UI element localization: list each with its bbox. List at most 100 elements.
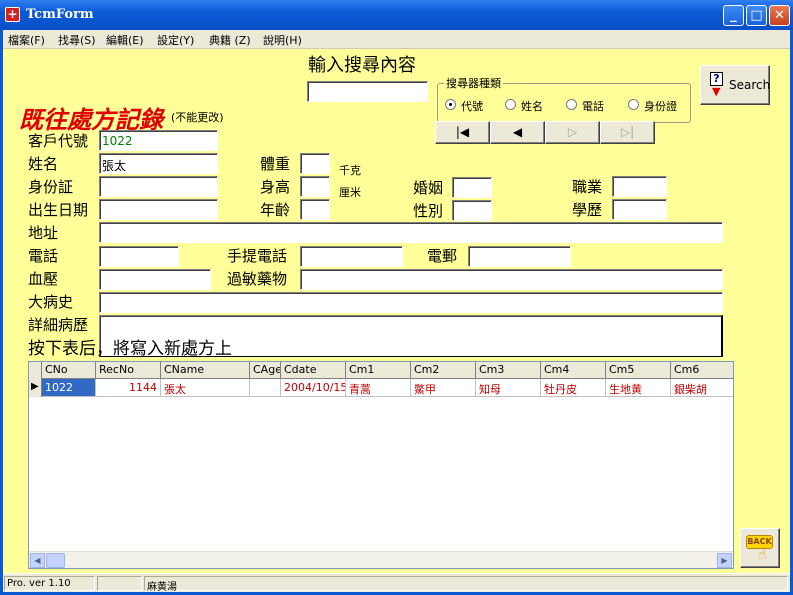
prescription-table[interactable]: CNo RecNo CName CAge Cdate Cm1 Cm2 Cm3 C… xyxy=(28,361,734,569)
table-cell[interactable]: 牡丹皮 xyxy=(541,379,606,397)
column-header[interactable]: Cdate xyxy=(281,362,346,379)
status-formula: 麻黄湯 xyxy=(144,576,788,593)
mobile-label: 手提電話 xyxy=(227,247,288,265)
detailed-history-label: 詳細病歷 xyxy=(28,316,89,334)
customer-code-label: 客戶代號 xyxy=(28,132,89,150)
back-button[interactable]: BACK ☝ xyxy=(740,528,780,568)
last-record-icon: ▷| xyxy=(620,125,635,139)
radio-name[interactable] xyxy=(505,99,516,110)
column-header[interactable]: Cm6 xyxy=(671,362,733,379)
search-button[interactable]: ? ▼ Search xyxy=(700,65,770,105)
email-label: 電郵 xyxy=(427,247,458,265)
first-record-button[interactable]: |◀ xyxy=(435,121,490,144)
birth-date-field[interactable] xyxy=(99,199,218,220)
menu-file[interactable]: 檔案(F) xyxy=(8,32,45,48)
previous-record-button[interactable]: ◀ xyxy=(490,121,545,144)
id-card-label: 身份証 xyxy=(28,178,74,196)
horizontal-scrollbar[interactable]: ◀ ▶ xyxy=(29,551,733,568)
phone-field[interactable] xyxy=(99,246,179,267)
current-row-icon: ▶ xyxy=(31,381,39,392)
table-cell[interactable]: 張太 xyxy=(161,379,250,397)
customer-code-field[interactable]: 1022 xyxy=(99,130,218,151)
table-cell[interactable] xyxy=(250,379,281,397)
blood-pressure-field[interactable] xyxy=(99,269,211,290)
weight-unit: 千克 xyxy=(339,164,361,177)
first-record-icon: |◀ xyxy=(455,125,470,139)
education-field[interactable] xyxy=(612,199,667,220)
table-cell[interactable]: 銀柴胡 xyxy=(671,379,733,397)
height-label: 身高 xyxy=(260,178,291,196)
column-header[interactable]: RecNo xyxy=(96,362,161,379)
email-field[interactable] xyxy=(468,246,571,267)
last-record-button[interactable]: ▷| xyxy=(600,121,655,144)
cross-icon[interactable]: + xyxy=(5,7,20,22)
status-version: Pro. ver 1.10 xyxy=(4,576,95,591)
table-cell[interactable]: 生地黄 xyxy=(606,379,671,397)
hand-cursor-icon: ☝ xyxy=(758,547,767,563)
id-card-field[interactable] xyxy=(99,176,218,197)
age-label: 年齡 xyxy=(260,201,291,219)
header-corner xyxy=(29,362,42,379)
address-field[interactable] xyxy=(99,222,723,243)
column-header[interactable]: CNo xyxy=(42,362,96,379)
marriage-field[interactable] xyxy=(452,177,492,198)
mobile-field[interactable] xyxy=(300,246,403,267)
column-header[interactable]: Cm1 xyxy=(346,362,411,379)
column-header[interactable]: CAge xyxy=(250,362,281,379)
search-input[interactable] xyxy=(307,81,428,102)
name-field[interactable]: 張太 xyxy=(99,153,218,174)
table-cell[interactable]: 知母 xyxy=(476,379,541,397)
table-cell[interactable]: 1022 xyxy=(42,379,96,397)
scroll-right-button[interactable]: ▶ xyxy=(717,553,732,568)
column-header[interactable]: Cm2 xyxy=(411,362,476,379)
minimize-icon: _ xyxy=(730,8,737,23)
arrow-down-icon: ▼ xyxy=(712,85,721,98)
close-icon: ✕ xyxy=(774,8,785,23)
table-cell[interactable]: 2004/10/15 xyxy=(281,379,346,397)
table-cell[interactable]: 青蒿 xyxy=(346,379,411,397)
column-header[interactable]: Cm4 xyxy=(541,362,606,379)
page-title-note: (不能更改) xyxy=(171,111,224,124)
title-bar[interactable]: + TcmForm _ □ ✕ xyxy=(0,0,793,30)
radio-code[interactable] xyxy=(445,99,456,110)
scroll-thumb[interactable] xyxy=(46,553,65,568)
sex-label: 性別 xyxy=(413,202,444,220)
window-title: TcmForm xyxy=(26,7,94,22)
column-header[interactable]: CName xyxy=(161,362,250,379)
application-window: + TcmForm _ □ ✕ 檔案(F) 找尋(S) 編輯(E) 設定(Y) … xyxy=(0,0,793,595)
table-cell[interactable]: 鱉甲 xyxy=(411,379,476,397)
status-panel xyxy=(97,576,142,591)
close-button[interactable]: ✕ xyxy=(769,5,790,26)
row-indicator: ▶ xyxy=(29,379,42,397)
minimize-button[interactable]: _ xyxy=(723,5,744,26)
column-header[interactable]: Cm5 xyxy=(606,362,671,379)
menu-search[interactable]: 找尋(S) xyxy=(58,32,96,48)
table-header: CNo RecNo CName CAge Cdate Cm1 Cm2 Cm3 C… xyxy=(29,362,733,379)
occupation-label: 職業 xyxy=(572,178,603,196)
height-unit: 厘米 xyxy=(339,186,361,199)
height-field[interactable] xyxy=(300,176,330,197)
allergy-field[interactable] xyxy=(300,269,723,290)
weight-field[interactable] xyxy=(300,153,330,174)
occupation-field[interactable] xyxy=(612,176,667,197)
menu-edit[interactable]: 編輯(E) xyxy=(106,32,144,48)
education-label: 學歷 xyxy=(572,201,603,219)
table-cell[interactable]: 1144 xyxy=(96,379,161,397)
scroll-left-button[interactable]: ◀ xyxy=(30,553,45,568)
weight-label: 體重 xyxy=(260,155,291,173)
search-type-title: 搜尋器種類 xyxy=(444,75,503,91)
age-field[interactable] xyxy=(300,199,330,220)
main-form: 既往處方記錄 (不能更改) 輸入搜尋內容 搜尋器種類 代號 姓名 電話 身份證 ?… xyxy=(3,49,790,573)
menu-help[interactable]: 說明(H) xyxy=(263,32,302,48)
radio-phone[interactable] xyxy=(566,99,577,110)
radio-name-label: 姓名 xyxy=(521,100,543,113)
major-illness-field[interactable] xyxy=(99,292,723,313)
menu-settings[interactable]: 設定(Y) xyxy=(157,32,194,48)
maximize-button[interactable]: □ xyxy=(746,5,767,26)
menu-classics[interactable]: 典籍 (Z) xyxy=(209,32,251,48)
radio-id[interactable] xyxy=(628,99,639,110)
column-header[interactable]: Cm3 xyxy=(476,362,541,379)
blood-pressure-label: 血壓 xyxy=(28,270,59,288)
sex-field[interactable] xyxy=(452,200,492,221)
next-record-button[interactable]: ▷ xyxy=(545,121,600,144)
